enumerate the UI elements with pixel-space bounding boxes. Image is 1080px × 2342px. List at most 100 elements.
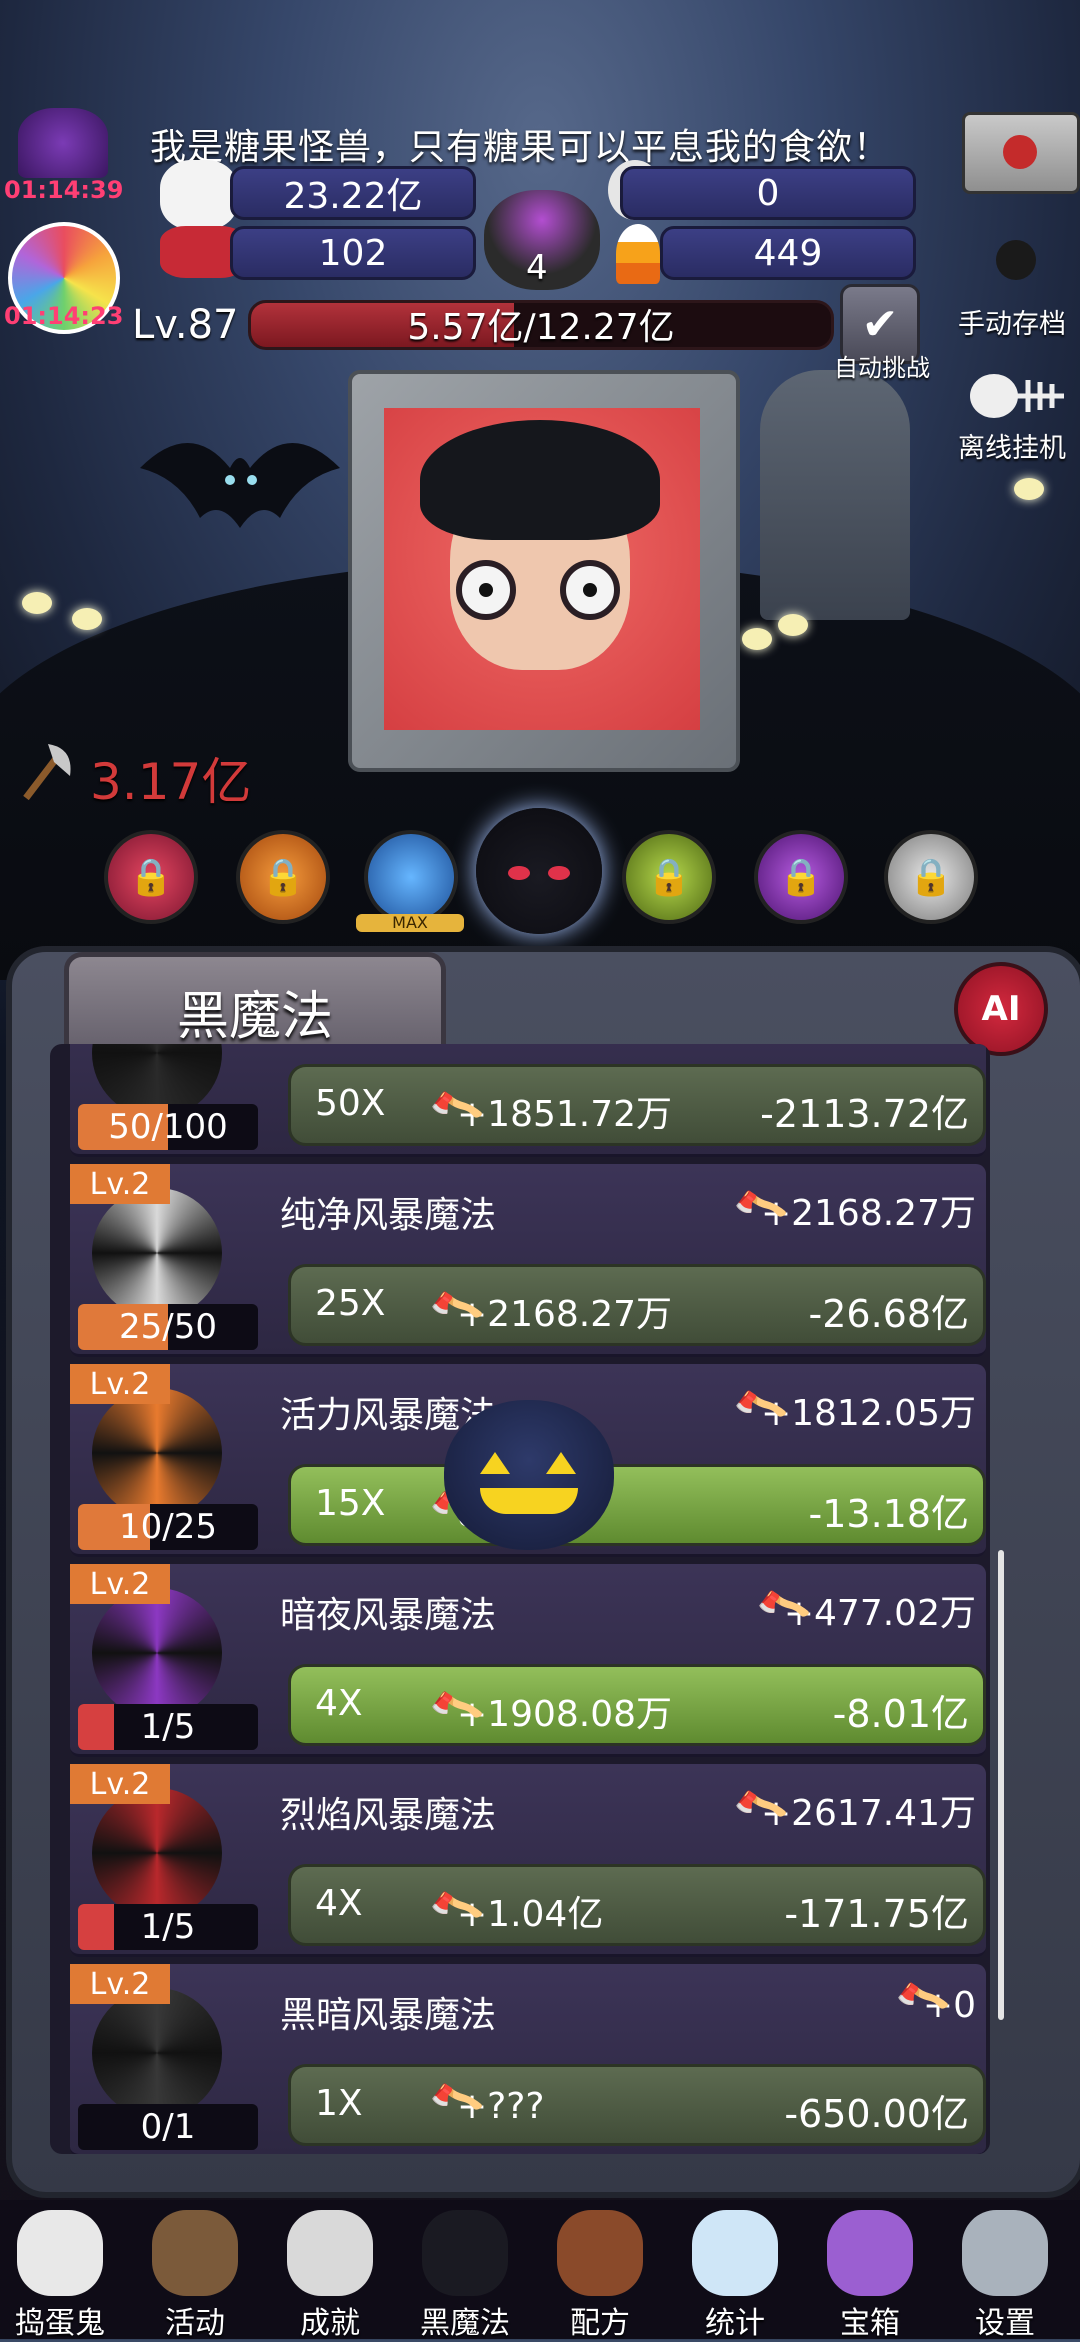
axe-icon: 🪓 <box>426 1879 487 1938</box>
spell-name: 黑暗风暴魔法 <box>280 1995 497 2036</box>
axe-icon: 🪓 <box>753 1578 813 1637</box>
spell-card[interactable]: Lv.2 25/50 纯净风暴魔法 🪓+2168.27万 25X 🪓+2168.… <box>70 1164 986 1357</box>
spell-card[interactable]: Lv.2 1/5 暗夜风暴魔法 🪓+477.02万 4X 🪓+1908.08万 … <box>70 1564 986 1757</box>
locked-orb-purple[interactable]: 🔒 <box>754 830 848 924</box>
buy-gain: 🪓+1.04亿 <box>426 1879 604 1938</box>
nav-item[interactable]: 配方 <box>540 2210 660 2342</box>
buy-cost: -2113.72亿 <box>760 1092 969 1136</box>
ai-button[interactable]: AI <box>954 962 1048 1056</box>
spell-card[interactable]: 50/100 50X 🪓+1851.72万 -2113.72亿 <box>70 1044 986 1157</box>
skull-counter: 0 <box>620 166 916 220</box>
nav-label: 黑魔法 <box>420 2306 510 2341</box>
spell-progress-text: 25/50 <box>119 1307 217 1347</box>
nav-icon <box>827 2210 913 2296</box>
axe-icon: 🪓 <box>730 1378 791 1437</box>
candy-corn-counter: 449 <box>660 226 916 280</box>
bat-icon[interactable] <box>130 408 350 568</box>
spell-buy-button[interactable]: 4X 🪓+1908.08万 -8.01亿 <box>288 1664 986 1746</box>
black-magic-orb-selected[interactable] <box>476 808 602 934</box>
buy-multiplier: 15X <box>315 1483 386 1524</box>
spell-progress-text: 1/5 <box>140 1707 196 1747</box>
spell-buy-button[interactable]: 50X 🪓+1851.72万 -2113.72亿 <box>288 1064 986 1146</box>
buy-cost: -8.01亿 <box>832 1692 969 1736</box>
orb-max-label: MAX <box>356 914 464 932</box>
spell-level-tag: Lv.2 <box>70 1364 170 1404</box>
locked-orb-red[interactable]: 🔒 <box>104 830 198 924</box>
locked-orb-green[interactable]: 🔒 <box>622 830 716 924</box>
spell-level-tag: Lv.2 <box>70 1964 170 2004</box>
fish-skeleton-icon[interactable] <box>968 366 1068 426</box>
nav-icon <box>422 2210 508 2296</box>
manual-save-button[interactable]: 手动存档 <box>958 302 1066 341</box>
axe-icon: 🪓 <box>426 1079 487 1138</box>
monster-eye <box>560 560 620 620</box>
nav-icon <box>962 2210 1048 2296</box>
spell-level-tag: Lv.2 <box>70 1164 170 1204</box>
nav-item[interactable]: 活动 <box>135 2210 255 2342</box>
nav-label: 设置 <box>975 2306 1035 2341</box>
nav-item[interactable]: 宝箱 <box>810 2210 930 2342</box>
ghost-orb-blue[interactable] <box>364 830 458 924</box>
wrapped-candy-counter: 102 <box>230 226 476 280</box>
axe-icon <box>23 744 71 801</box>
nav-item[interactable]: 统计 <box>675 2210 795 2342</box>
spider-icon[interactable] <box>996 240 1036 280</box>
nav-label: 活动 <box>165 2306 225 2341</box>
nav-label: 配方 <box>570 2306 630 2341</box>
spell-card[interactable]: Lv.2 1/5 烈焰风暴魔法 🪓+2617.41万 4X 🪓+1.04亿 -1… <box>70 1764 986 1957</box>
damage-value: 3.17亿 <box>90 753 252 811</box>
spell-spiral-icon <box>92 1588 222 1718</box>
nav-icon <box>287 2210 373 2296</box>
tombstone <box>760 370 910 620</box>
spell-buy-button[interactable]: 1X 🪓+??? -650.00亿 <box>288 2064 986 2146</box>
mail-envelope-icon[interactable] <box>962 112 1080 194</box>
buy-cost: -13.18亿 <box>808 1492 970 1536</box>
buy-multiplier: 50X <box>315 1083 386 1124</box>
spell-progress-bar: 10/25 <box>78 1504 258 1550</box>
spell-progress-bar: 1/5 <box>78 1704 258 1750</box>
pumpkin-icon[interactable] <box>444 1400 614 1550</box>
axe-icon: 🪓 <box>730 1778 791 1837</box>
spell-dps: 🪓+0 <box>892 1970 976 2029</box>
spell-spiral-icon <box>92 1788 222 1918</box>
spell-level-tag: Lv.2 <box>70 1564 170 1604</box>
cauldron-counter: 4 <box>526 248 548 288</box>
spell-dps: 🪓+1812.05万 <box>730 1378 976 1437</box>
nav-label: 捣蛋鬼 <box>15 2306 105 2341</box>
auto-challenge-label[interactable]: 自动挑战 <box>834 348 930 383</box>
nav-item[interactable]: 成就 <box>270 2210 390 2342</box>
glowing-eyes <box>22 592 52 614</box>
axe-icon: 🪓 <box>892 1970 952 2029</box>
witch-hat-icon[interactable] <box>18 108 108 178</box>
spell-buy-button[interactable]: 15X 🪓8万 -13.18亿 <box>288 1464 986 1546</box>
timer-2: 01:14:23 <box>4 302 124 330</box>
nav-label: 统计 <box>705 2306 765 2341</box>
locked-orb-orange[interactable]: 🔒 <box>236 830 330 924</box>
scrollbar[interactable] <box>998 1550 1004 2020</box>
buy-cost: -650.00亿 <box>784 2092 969 2136</box>
spell-spiral-icon <box>92 1388 222 1518</box>
spell-buy-button[interactable]: 25X 🪓+2168.27万 -26.68亿 <box>288 1264 986 1346</box>
spell-progress-bar: 50/100 <box>78 1104 258 1150</box>
buy-multiplier: 4X <box>315 1883 363 1924</box>
candy-counter: 23.22亿 <box>230 166 476 220</box>
spell-card[interactable]: Lv.2 0/1 黑暗风暴魔法 🪓+0 1X 🪓+??? -650.00亿 <box>70 1964 986 2154</box>
buy-multiplier: 4X <box>315 1683 363 1724</box>
spell-list[interactable]: 50/100 50X 🪓+1851.72万 -2113.72亿 Lv.2 25/… <box>50 1044 990 2154</box>
timer-1: 01:14:39 <box>4 176 124 204</box>
nav-icon <box>692 2210 778 2296</box>
spell-progress-text: 50/100 <box>108 1107 228 1147</box>
offline-idle-button[interactable]: 离线挂机 <box>958 426 1066 465</box>
nav-item[interactable]: 设置 <box>945 2210 1065 2342</box>
nav-item[interactable]: 捣蛋鬼 <box>0 2210 120 2342</box>
spell-progress-text: 10/25 <box>119 1507 217 1547</box>
nav-label: 宝箱 <box>840 2306 900 2341</box>
locked-orb-silver[interactable]: 🔒 <box>884 830 978 924</box>
nav-item[interactable]: 黑魔法 <box>405 2210 525 2342</box>
axe-icon: 🪓 <box>730 1178 791 1237</box>
spell-name: 烈焰风暴魔法 <box>280 1795 497 1836</box>
glowing-eyes <box>1014 478 1044 500</box>
spell-progress-text: 0/1 <box>140 2107 196 2147</box>
axe-icon: 🪓 <box>426 1279 487 1338</box>
spell-buy-button[interactable]: 4X 🪓+1.04亿 -171.75亿 <box>288 1864 986 1946</box>
